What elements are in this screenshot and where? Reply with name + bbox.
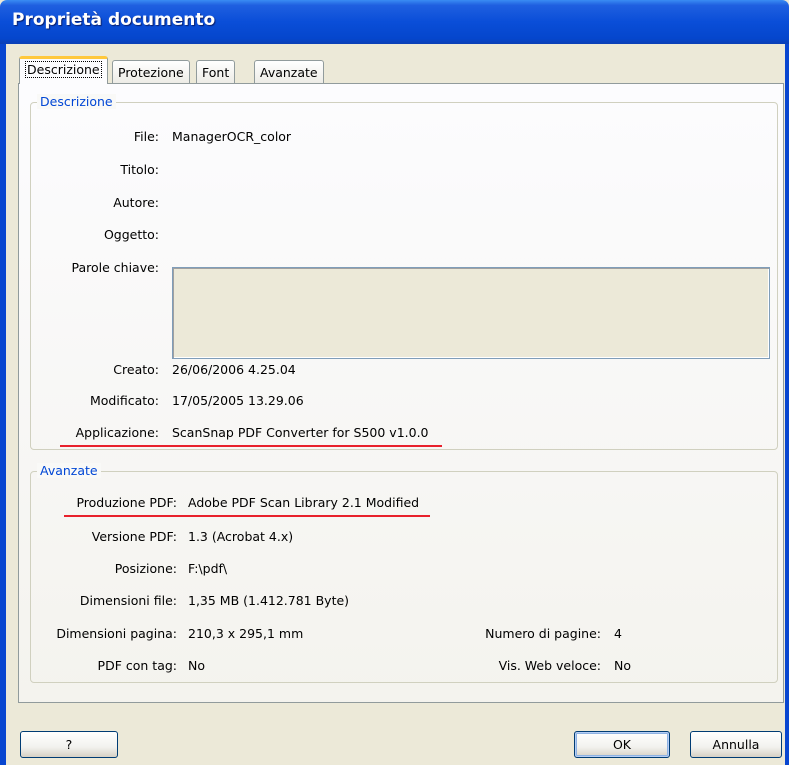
pdf-con-tag-label: PDF con tag: [97, 658, 177, 673]
tab-panel-descrizione: Descrizione File: ManagerOCR_color Titol… [18, 83, 784, 703]
title-bar[interactable]: Proprietà documento [0, 0, 789, 44]
autore-label: Autore: [113, 195, 159, 210]
posizione-value: F:\pdf\ [188, 561, 228, 576]
group-descrizione-legend: Descrizione [37, 94, 116, 109]
applicazione-label: Applicazione: [75, 425, 159, 440]
file-label: File: [133, 129, 159, 144]
tab-protezione-label: Protezione [118, 65, 184, 80]
tab-font-label: Font [202, 65, 230, 80]
window-frame-left [0, 44, 6, 765]
help-button[interactable]: ? [20, 731, 118, 758]
posizione-label: Posizione: [114, 561, 177, 576]
window-frame-right [785, 44, 789, 765]
parole-chiave-label: Parole chiave: [71, 260, 159, 275]
versione-pdf-value: 1.3 (Acrobat 4.x) [188, 529, 294, 544]
group-avanzate: Avanzate Produzione PDF: Adobe PDF Scan … [30, 463, 778, 683]
creato-value: 26/06/2006 4.25.04 [172, 362, 296, 377]
tab-avanzate[interactable]: Avanzate [254, 60, 324, 84]
numero-pagine-value: 4 [614, 626, 622, 641]
vis-web-veloce-value: No [614, 658, 631, 673]
tab-descrizione-label: Descrizione [25, 61, 102, 78]
modificato-value: 17/05/2005 13.29.06 [172, 393, 304, 408]
group-avanzate-legend: Avanzate [37, 463, 101, 478]
modificato-label: Modificato: [89, 393, 159, 408]
numero-pagine-label: Numero di pagine: [485, 626, 601, 641]
vis-web-veloce-label: Vis. Web veloce: [498, 658, 601, 673]
tab-avanzate-label: Avanzate [260, 65, 318, 80]
versione-pdf-label: Versione PDF: [91, 529, 177, 544]
window-title: Proprietà documento [12, 10, 216, 30]
titolo-label: Titolo: [120, 162, 159, 177]
pdf-con-tag-value: No [188, 658, 205, 673]
tab-protezione[interactable]: Protezione [112, 60, 190, 84]
dimensioni-pagina-label: Dimensioni pagina: [56, 626, 177, 641]
dimensioni-file-value: 1,35 MB (1.412.781 Byte) [188, 593, 350, 608]
applicazione-value: ScanSnap PDF Converter for S500 v1.0.0 [172, 425, 429, 440]
creato-label: Creato: [113, 362, 159, 377]
ok-button[interactable]: OK [574, 731, 670, 758]
produzione-pdf-value: Adobe PDF Scan Library 2.1 Modified [188, 495, 420, 510]
produzione-pdf-label: Produzione PDF: [76, 495, 177, 510]
group-descrizione: Descrizione File: ManagerOCR_color Titol… [30, 94, 778, 450]
produzione-pdf-highlight-underline [64, 515, 430, 517]
dimensioni-file-label: Dimensioni file: [79, 593, 177, 608]
applicazione-highlight-underline [60, 445, 442, 447]
dimensioni-pagina-value: 210,3 x 295,1 mm [188, 626, 304, 641]
tab-descrizione[interactable]: Descrizione [19, 56, 108, 84]
annulla-button[interactable]: Annulla [690, 731, 782, 758]
file-value: ManagerOCR_color [172, 129, 292, 144]
parole-chiave-field[interactable] [172, 267, 770, 359]
tab-font[interactable]: Font [196, 60, 236, 84]
oggetto-label: Oggetto: [103, 227, 159, 242]
